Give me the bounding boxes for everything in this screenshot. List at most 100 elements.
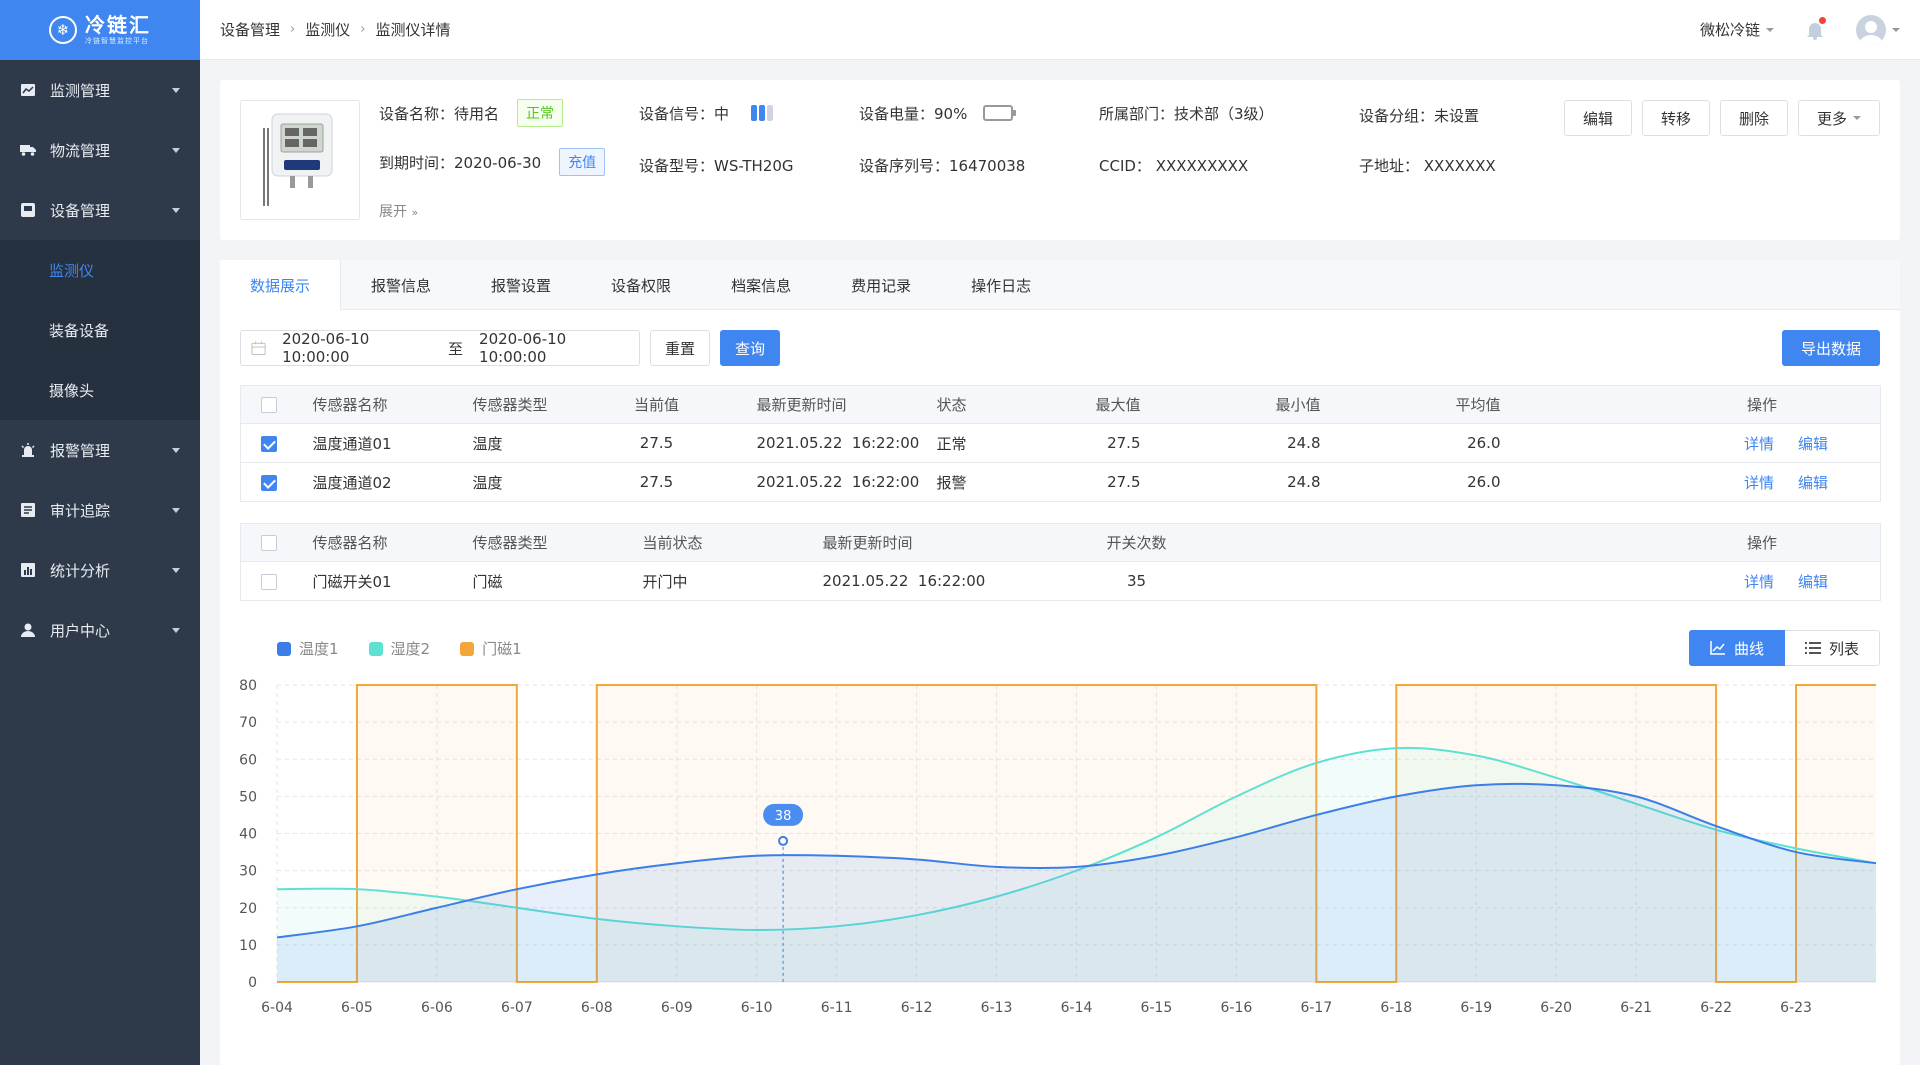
user-icon bbox=[20, 622, 36, 638]
logo[interactable]: ❄ 冷链汇 冷链智慧监控平台 bbox=[0, 0, 200, 60]
topbar: 设备管理 › 监测仪 › 监测仪详情 微松冷链 bbox=[200, 0, 1920, 60]
x-tick-label: 6-21 bbox=[1620, 1000, 1652, 1016]
chevron-right-icon: › bbox=[360, 22, 366, 37]
select-all-checkbox[interactable] bbox=[260, 397, 277, 413]
max-value: 27.5 bbox=[1006, 423, 1157, 463]
device-info-card: 设备名称：待用名 正常 到期时间：2020-06-30 充值 展开 » 设备信号… bbox=[220, 80, 1900, 240]
tab-operation-log[interactable]: 操作日志 bbox=[941, 260, 1061, 310]
breadcrumb-item-detail: 监测仪详情 bbox=[375, 21, 451, 39]
notification-bell[interactable] bbox=[1804, 16, 1826, 41]
x-tick-label: 6-17 bbox=[1300, 1000, 1332, 1016]
chevron-down-icon bbox=[172, 507, 180, 513]
sensor-chart: 0 10 20 30 40 50 60 70 80 6-04 6-05 6-06 6-07 6-08 6-0… bbox=[239, 678, 1877, 1016]
main-panel: 数据展示 报警信息 报警设置 设备权限 档案信息 费用记录 操作日志 2020-… bbox=[220, 260, 1900, 1065]
y-tick-label: 40 bbox=[239, 827, 257, 843]
legend-item-temp1[interactable]: 温度1 bbox=[277, 638, 339, 659]
breadcrumb-item-monitor[interactable]: 监测仪 bbox=[305, 19, 350, 40]
current-value: 27.5 bbox=[616, 423, 697, 463]
user-menu[interactable] bbox=[1856, 14, 1900, 45]
tab-archive-info[interactable]: 档案信息 bbox=[701, 260, 821, 310]
sidebar-item-monitor[interactable]: 监测管理 bbox=[0, 60, 200, 120]
export-data-button[interactable]: 导出数据 bbox=[1781, 330, 1880, 366]
sidebar-item-alarm[interactable]: 报警管理 bbox=[0, 420, 200, 480]
tab-alarm-settings[interactable]: 报警设置 bbox=[461, 260, 581, 310]
more-button[interactable]: 更多 bbox=[1797, 100, 1880, 136]
col-sensor-name: 传感器名称 bbox=[296, 523, 457, 562]
sidebar-item-stats[interactable]: 统计分析 bbox=[0, 540, 200, 600]
legend-item-door1[interactable]: 门磁1 bbox=[460, 638, 522, 659]
sensor-table: 传感器名称 传感器类型 当前值 最新更新时间 状态 最大值 最小值 平均值 操作… bbox=[240, 385, 1881, 502]
table-row: 温度通道02 温度 27.5 2021.05.22 16:22:00 报警 27… bbox=[241, 463, 1881, 502]
edit-link[interactable]: 编辑 bbox=[1798, 474, 1828, 492]
breadcrumb-item-device-mgmt[interactable]: 设备管理 bbox=[220, 19, 280, 40]
device-ccid: CCID： XXXXXXXXX bbox=[1099, 156, 1249, 175]
col-update-time: 最新更新时间 bbox=[696, 385, 897, 424]
date-range-picker[interactable]: 2020-06-10 10:00:00 至 2020-06-10 10:00:0… bbox=[240, 330, 640, 366]
tab-alarm-info[interactable]: 报警信息 bbox=[341, 260, 461, 310]
chevron-down-icon bbox=[1766, 27, 1774, 32]
sidebar-subitem-monitor-device[interactable]: 监测仪 bbox=[0, 240, 200, 300]
tab-device-permission[interactable]: 设备权限 bbox=[581, 260, 701, 310]
table-header-row: 传感器名称 传感器类型 当前状态 最新更新时间 开关次数 操作 bbox=[240, 523, 1881, 562]
chevron-down-icon bbox=[172, 147, 180, 153]
device-signal: 设备信号：中 bbox=[639, 104, 730, 123]
y-tick-label: 50 bbox=[239, 789, 257, 805]
update-time: 2021.05.22 16:22:00 bbox=[696, 423, 919, 463]
edit-link[interactable]: 编辑 bbox=[1798, 435, 1828, 453]
legend-item-humid2[interactable]: 湿度2 bbox=[368, 638, 430, 659]
notification-dot bbox=[1819, 16, 1826, 24]
query-button[interactable]: 查询 bbox=[720, 330, 781, 366]
chevron-down-icon bbox=[1853, 116, 1861, 120]
x-tick-label: 6-15 bbox=[1141, 1000, 1173, 1016]
col-current-state: 当前状态 bbox=[626, 523, 807, 562]
chevron-down-icon bbox=[172, 207, 180, 213]
tab-data-display[interactable]: 数据展示 bbox=[220, 260, 342, 310]
row-checkbox[interactable] bbox=[260, 474, 277, 491]
tab-bar: 数据展示 报警信息 报警设置 设备权限 档案信息 费用记录 操作日志 bbox=[220, 260, 1900, 310]
door-sensor-table: 传感器名称 传感器类型 当前状态 最新更新时间 开关次数 操作 门磁开关01 门… bbox=[240, 523, 1881, 601]
row-checkbox[interactable] bbox=[260, 573, 277, 590]
delete-button[interactable]: 删除 bbox=[1719, 100, 1788, 136]
company-name: 微松冷链 bbox=[1699, 21, 1760, 39]
range-separator: 至 bbox=[448, 339, 464, 358]
sidebar-subitem-camera[interactable]: 摄像头 bbox=[0, 360, 200, 420]
max-value: 27.5 bbox=[1107, 473, 1141, 491]
x-tick-label: 6-23 bbox=[1780, 1000, 1812, 1016]
logo-name: 冷链汇 bbox=[85, 13, 151, 37]
switch-count: 35 bbox=[1126, 572, 1147, 590]
tab-fee-record[interactable]: 费用记录 bbox=[821, 260, 941, 310]
sensor-name: 温度通道01 bbox=[296, 423, 457, 463]
truck-icon bbox=[20, 142, 36, 158]
sidebar-item-device[interactable]: 设备管理 bbox=[0, 180, 200, 240]
row-checkbox[interactable] bbox=[260, 435, 277, 452]
recharge-button[interactable]: 充值 bbox=[559, 148, 606, 176]
sidebar-subitem-equipment[interactable]: 装备设备 bbox=[0, 300, 200, 360]
edit-button[interactable]: 编辑 bbox=[1563, 100, 1632, 136]
transfer-button[interactable]: 转移 bbox=[1641, 100, 1710, 136]
detail-link[interactable]: 详情 bbox=[1744, 435, 1774, 453]
sidebar-item-logistics[interactable]: 物流管理 bbox=[0, 120, 200, 180]
device-group: 设备分组：未设置 bbox=[1359, 106, 1480, 125]
edit-link[interactable]: 编辑 bbox=[1798, 573, 1828, 591]
sidebar-item-user[interactable]: 用户中心 bbox=[0, 600, 200, 660]
x-tick-label: 6-07 bbox=[501, 1000, 533, 1016]
more-label: 更多 bbox=[1816, 109, 1847, 128]
end-date-input[interactable]: 2020-06-10 10:00:00 bbox=[479, 330, 629, 366]
y-tick-label: 20 bbox=[239, 901, 257, 917]
chevron-down-icon bbox=[172, 567, 180, 573]
start-date-input[interactable]: 2020-06-10 10:00:00 bbox=[282, 330, 432, 366]
reset-button[interactable]: 重置 bbox=[650, 330, 711, 366]
x-tick-label: 6-08 bbox=[581, 1000, 613, 1016]
x-tick-label: 6-12 bbox=[901, 1000, 933, 1016]
calendar-icon bbox=[251, 341, 266, 356]
device-image bbox=[240, 100, 360, 220]
company-switcher[interactable]: 微松冷链 bbox=[1700, 19, 1774, 40]
detail-link[interactable]: 详情 bbox=[1744, 474, 1774, 492]
expand-toggle[interactable]: 展开 » bbox=[379, 201, 418, 221]
detail-link[interactable]: 详情 bbox=[1744, 573, 1774, 591]
select-all-checkbox[interactable] bbox=[260, 535, 277, 551]
y-tick-label: 30 bbox=[239, 864, 257, 880]
sidebar-item-audit[interactable]: 审计追踪 bbox=[0, 480, 200, 540]
chevron-down-icon bbox=[1892, 27, 1900, 32]
current-value: 27.5 bbox=[639, 473, 674, 491]
